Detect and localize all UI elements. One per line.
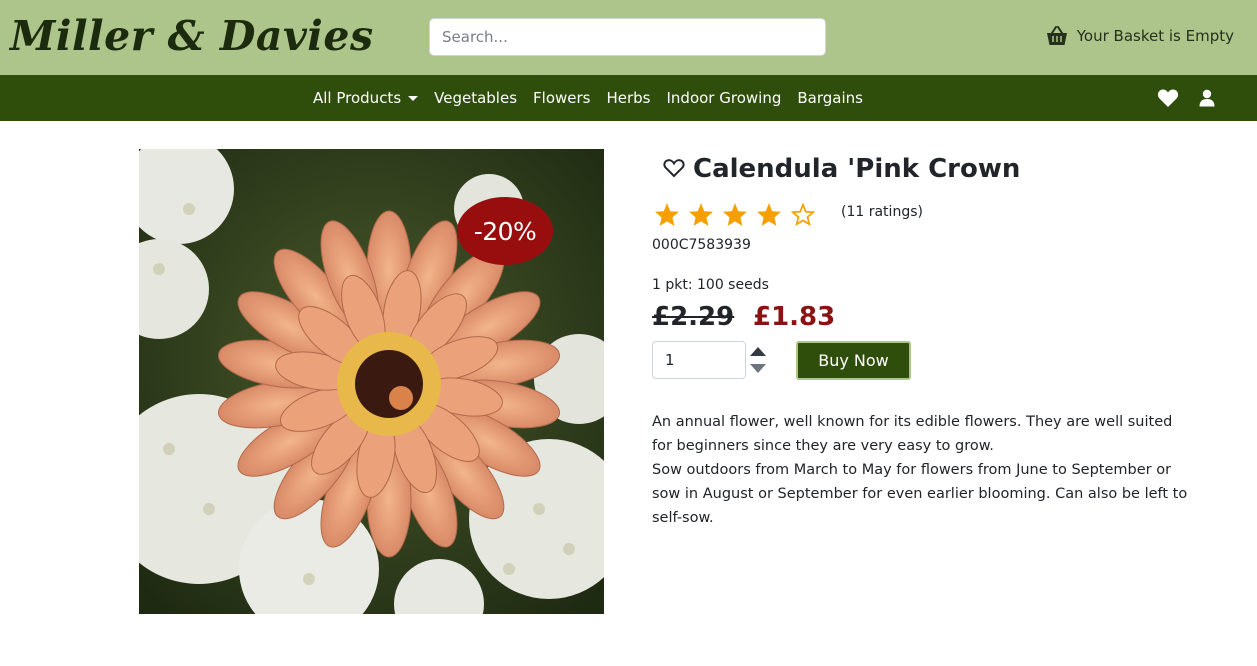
product-title: Calendula 'Pink Crown: [693, 154, 1021, 184]
basket-status-text: Your Basket is Empty: [1076, 27, 1234, 45]
nav-all-products[interactable]: All Products: [313, 89, 419, 107]
nav-flowers[interactable]: Flowers: [533, 89, 590, 107]
quantity-increase-icon[interactable]: [750, 347, 766, 356]
nav-herbs[interactable]: Herbs: [606, 89, 650, 107]
nav-vegetables[interactable]: Vegetables: [434, 89, 517, 107]
product-description: An annual flower, well known for its edi…: [652, 410, 1192, 530]
main-nav: All Products Vegetables Flowers Herbs In…: [0, 75, 1257, 121]
nav-bargains[interactable]: Bargains: [797, 89, 863, 107]
quantity-decrease-icon[interactable]: [750, 364, 766, 373]
header-bar: Miller & Davies Your Basket is Empty: [0, 0, 1257, 75]
discount-badge: -20%: [457, 197, 553, 265]
star-filled-icon: [688, 202, 714, 231]
buy-now-button[interactable]: Buy Now: [796, 341, 911, 380]
basket-icon: [1046, 26, 1068, 46]
nav-indoor-growing[interactable]: Indoor Growing: [667, 89, 782, 107]
heart-icon[interactable]: [1157, 88, 1179, 112]
description-paragraph: An annual flower, well known for its edi…: [652, 414, 1173, 454]
original-price: £2.29: [652, 302, 735, 332]
basket-link[interactable]: Your Basket is Empty: [1046, 26, 1234, 46]
search-input[interactable]: [429, 18, 826, 56]
star-filled-icon: [722, 202, 748, 231]
quantity-input[interactable]: [652, 341, 746, 379]
site-logo[interactable]: Miller & Davies: [10, 11, 374, 61]
pack-size: 1 pkt: 100 seeds: [652, 277, 769, 293]
ratings-count[interactable]: (11 ratings): [841, 204, 923, 220]
star-filled-icon: [654, 202, 680, 231]
product-sku: 000C7583939: [652, 237, 751, 253]
sale-price: £1.83: [753, 302, 836, 332]
description-paragraph: Sow outdoors from March to May for flowe…: [652, 462, 1188, 526]
heart-outline-icon[interactable]: [663, 158, 685, 182]
star-outline-icon: [790, 202, 816, 231]
star-filled-icon: [756, 202, 782, 231]
rating-stars: [654, 202, 816, 231]
user-icon[interactable]: [1199, 89, 1215, 111]
nav-all-products-label: All Products: [313, 89, 402, 107]
chevron-down-icon: [408, 95, 419, 101]
